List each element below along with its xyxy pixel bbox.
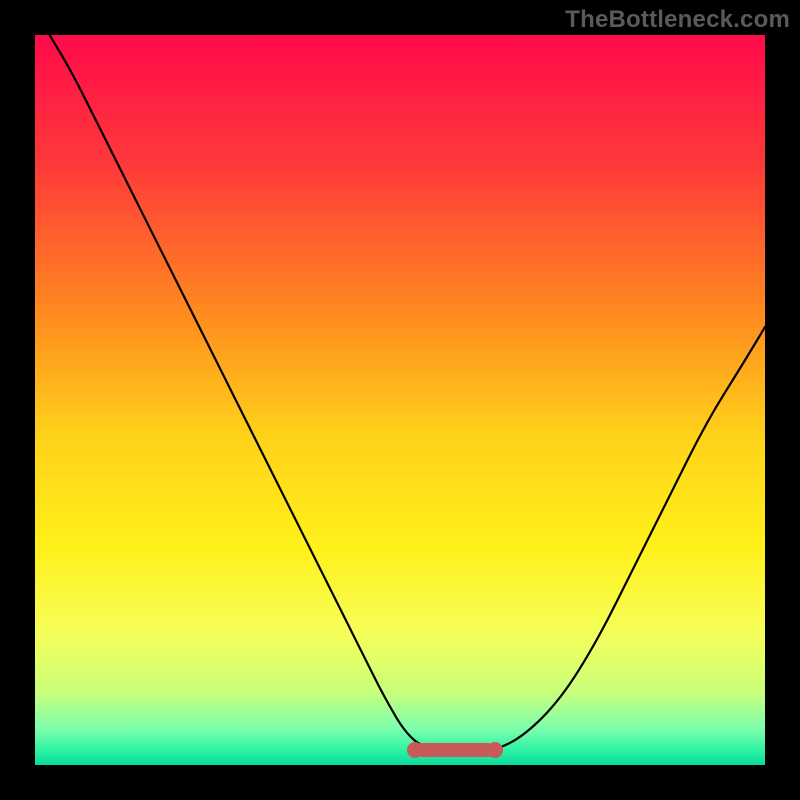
highlight-dot-left <box>407 742 423 758</box>
bottleneck-curve <box>35 35 765 765</box>
highlight-bar <box>415 743 495 757</box>
plot-area <box>35 35 765 765</box>
chart-container: TheBottleneck.com <box>0 0 800 800</box>
watermark-text: TheBottleneck.com <box>565 6 790 34</box>
